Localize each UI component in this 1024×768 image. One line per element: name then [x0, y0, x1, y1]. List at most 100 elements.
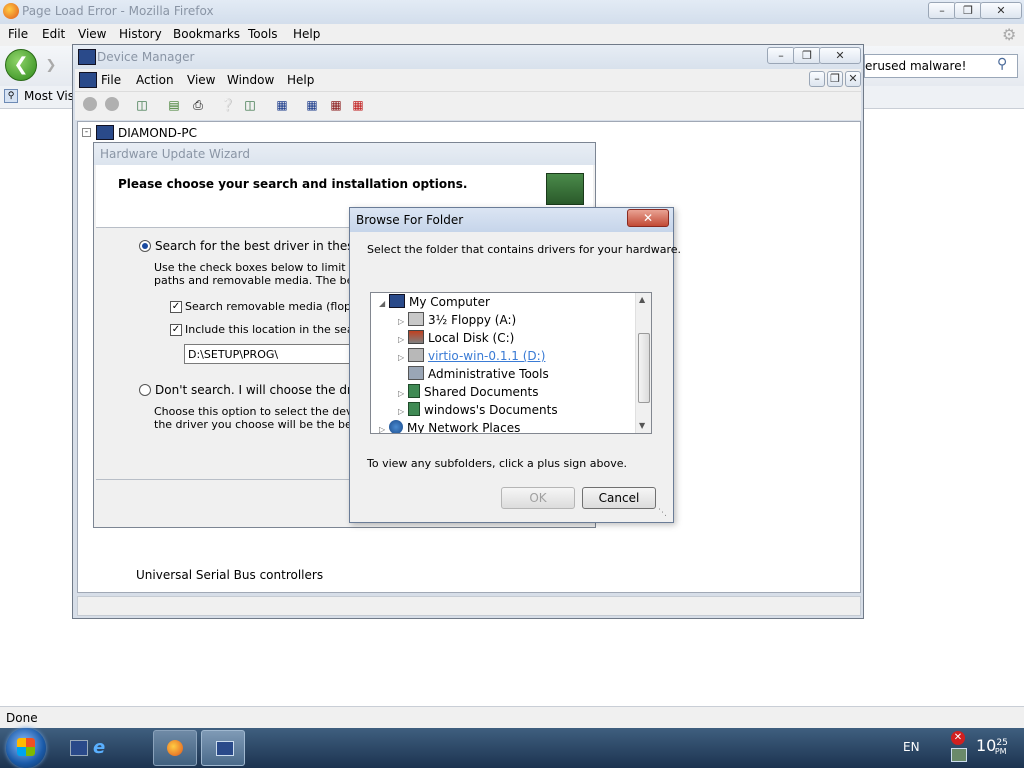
dm-child-minimize-button[interactable]: –	[809, 71, 825, 87]
update-driver-icon[interactable]: ▦	[303, 97, 321, 113]
print-icon[interactable]: ⎙	[189, 97, 207, 113]
mmc-doc-icon	[79, 72, 97, 88]
dm-menu-file[interactable]: File	[101, 73, 121, 87]
search-icon[interactable]: ⚲	[997, 56, 1007, 72]
activity-gear-icon: ⚙	[1002, 25, 1017, 44]
tree-item-windows-docs[interactable]: ▷ windows's Documents	[398, 401, 558, 419]
dm-menu-view[interactable]: View	[187, 73, 215, 87]
dm-minimize-button[interactable]: –	[767, 47, 795, 64]
start-button[interactable]	[6, 728, 46, 768]
menu-help[interactable]: Help	[293, 27, 320, 41]
security-alert-icon[interactable]: ✕	[951, 731, 965, 745]
windows-logo-icon	[17, 738, 35, 756]
tree-item-shared-docs[interactable]: ▷ Shared Documents	[398, 383, 538, 401]
tree-item-network[interactable]: ▷ My Network Places	[379, 419, 520, 434]
device-manager-titlebar: Device Manager – ❐ ✕	[73, 45, 863, 69]
tools-icon	[408, 366, 424, 380]
tree-item-usb[interactable]: Universal Serial Bus controllers	[136, 568, 323, 582]
back-button[interactable]: ❮	[5, 49, 37, 81]
firefox-statusbar: Done	[0, 706, 1024, 729]
scroll-up-arrow-icon[interactable]: ▲	[639, 295, 645, 304]
menu-file[interactable]: File	[8, 27, 28, 41]
search-input[interactable]: erused malware!	[865, 59, 966, 73]
tree-collapse-toggle[interactable]: -	[82, 128, 91, 137]
firefox-taskbar-icon	[167, 740, 183, 756]
minimize-button[interactable]: –	[928, 2, 956, 19]
dm-menu-action[interactable]: Action	[136, 73, 174, 87]
dm-close-button[interactable]: ✕	[819, 47, 861, 64]
cancel-button[interactable]: Cancel	[582, 487, 656, 509]
computer-icon	[96, 125, 114, 140]
scroll-thumb[interactable]	[638, 333, 650, 403]
location-path-field[interactable]: D:\SETUP\PROG\	[184, 344, 352, 364]
clock-ampm: PM	[994, 747, 1007, 756]
radio-dont-search[interactable]	[139, 384, 151, 396]
scan-hardware-icon[interactable]: ▦	[273, 97, 291, 113]
help-icon[interactable]: ❔	[219, 97, 237, 113]
tree-scrollbar[interactable]: ▲ ▼	[635, 293, 651, 433]
dm-child-restore-button[interactable]: ❐	[827, 71, 843, 87]
check-include-location[interactable]: ✓	[170, 324, 182, 336]
clock-hour: 10	[976, 736, 997, 755]
search-box[interactable]: erused malware! ⚲	[864, 54, 1018, 78]
radio-search-best[interactable]	[139, 240, 151, 252]
forward-button[interactable]: ❯	[40, 56, 62, 76]
disk-icon	[408, 330, 424, 344]
show-hide-action-icon[interactable]: ◫	[241, 97, 259, 113]
device-manager-statusbar	[77, 596, 861, 616]
show-hide-tree-icon[interactable]: ◫	[133, 97, 151, 113]
quicklaunch-show-desktop-icon[interactable]	[70, 740, 88, 756]
scroll-down-arrow-icon[interactable]: ▼	[639, 421, 645, 430]
back-toolbar-icon[interactable]	[81, 97, 99, 113]
menu-view[interactable]: View	[78, 27, 106, 41]
tree-root-label[interactable]: DIAMOND-PC	[118, 126, 197, 140]
menu-bookmarks[interactable]: Bookmarks	[173, 27, 240, 41]
tree-item-local-disk[interactable]: ▷ Local Disk (C:)	[398, 329, 514, 347]
menu-history[interactable]: History	[119, 27, 162, 41]
computer-icon	[389, 294, 405, 308]
firefox-logo-icon	[3, 3, 19, 19]
device-manager-toolbar: ◫ ▤ ⎙ ❔ ◫ ▦ ▦ ▦ ▦	[75, 91, 861, 120]
close-button[interactable]: ✕	[980, 2, 1022, 19]
language-indicator[interactable]: EN	[903, 740, 920, 754]
uninstall-device-icon[interactable]: ▦	[349, 97, 367, 113]
maximize-button[interactable]: ❐	[954, 2, 982, 19]
browse-titlebar: Browse For Folder ✕	[350, 208, 673, 232]
dm-maximize-button[interactable]: ❐	[793, 47, 821, 64]
check-removable-media[interactable]: ✓	[170, 301, 182, 313]
taskbar-device-manager-button[interactable]	[201, 730, 245, 766]
forward-arrow-icon: ❯	[45, 58, 57, 73]
expand-arrow-icon: ▷	[379, 425, 386, 434]
clock[interactable]: 1025PM	[976, 736, 1008, 756]
tree-item-admin-tools[interactable]: Administrative Tools	[398, 365, 549, 383]
folder-tree[interactable]: ◢ My Computer ▷ 3½ Floppy (A:) ▷ Local Disk…	[370, 292, 652, 434]
network-tray-icon[interactable]	[951, 748, 967, 762]
device-manager-icon	[78, 49, 96, 65]
browse-hint: To view any subfolders, click a plus sig…	[367, 457, 627, 470]
network-icon	[389, 420, 403, 433]
menu-edit[interactable]: Edit	[42, 27, 65, 41]
wizard-title: Hardware Update Wizard	[100, 147, 250, 161]
folder-icon	[408, 402, 420, 416]
resize-grip-icon[interactable]: ⋱	[658, 508, 667, 518]
properties-icon[interactable]: ▤	[165, 97, 183, 113]
dm-menu-help[interactable]: Help	[287, 73, 314, 87]
browse-close-button[interactable]: ✕	[627, 209, 669, 227]
window-title: Page Load Error - Mozilla Firefox	[22, 4, 214, 18]
quicklaunch-ie-icon[interactable]: e	[93, 737, 105, 758]
taskbar-firefox-button[interactable]	[153, 730, 197, 766]
tree-item-cd-drive[interactable]: ▷ virtio-win-0.1.1 (D:)	[398, 347, 545, 365]
dm-menu-window[interactable]: Window	[227, 73, 274, 87]
tree-item-my-computer[interactable]: ◢ My Computer	[379, 293, 490, 311]
tree-item-floppy[interactable]: ▷ 3½ Floppy (A:)	[398, 311, 516, 329]
bookmark-most-visited[interactable]: Most Visi	[24, 89, 77, 103]
ok-button[interactable]: OK	[501, 487, 575, 509]
disable-device-icon[interactable]: ▦	[327, 97, 345, 113]
hardware-card-icon	[546, 173, 584, 205]
forward-toolbar-icon[interactable]	[103, 97, 121, 113]
firefox-menubar: File Edit View History Bookmarks Tools H…	[0, 24, 1024, 46]
collapse-arrow-icon: ◢	[379, 299, 386, 308]
cd-drive-icon	[408, 348, 424, 362]
menu-tools[interactable]: Tools	[248, 27, 278, 41]
dm-child-close-button[interactable]: ✕	[845, 71, 861, 87]
